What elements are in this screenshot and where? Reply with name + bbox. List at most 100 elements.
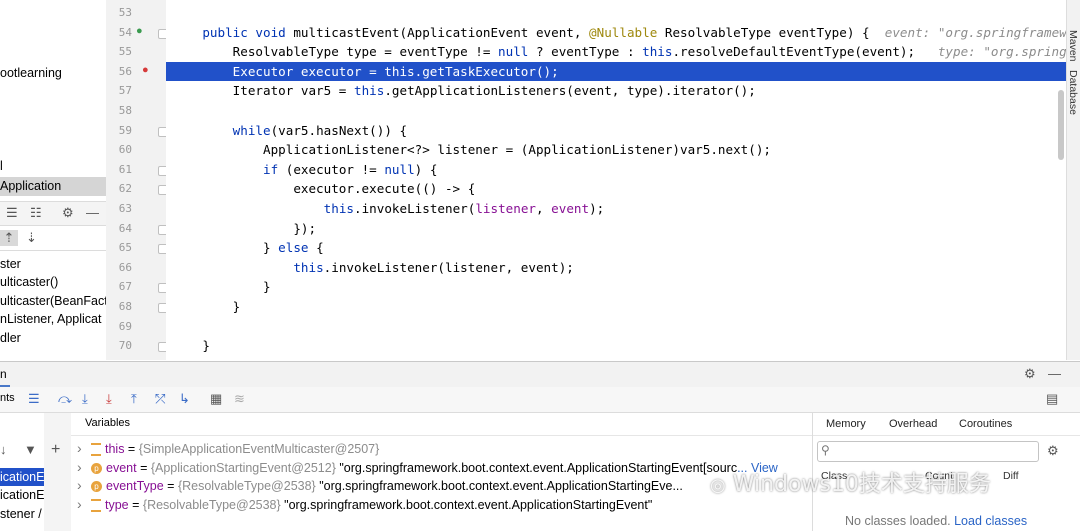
code-line[interactable]: ApplicationListener<?> listener = (Appli… — [166, 140, 1066, 160]
sort-up-icon[interactable]: ⇡ — [0, 230, 18, 246]
field-icon — [91, 499, 101, 512]
sort-toolbar: ⇡ ⇣ — [0, 227, 106, 251]
sort-down-icon[interactable]: ⇣ — [26, 230, 37, 246]
class-search-input[interactable]: ⚲ — [817, 441, 1039, 462]
project-tree-item-selected[interactable]: Application — [0, 177, 106, 196]
project-tree-item[interactable]: ootlearning — [0, 66, 62, 80]
variable-row[interactable]: › p eventType = {ResolvableType@2538} "org… — [77, 476, 683, 494]
var-type: {ApplicationStartingEvent@2512} — [150, 460, 336, 475]
code-line-current[interactable]: Executor executor = this.getTaskExecutor… — [166, 61, 1066, 82]
add-watch-icon[interactable]: + — [51, 442, 60, 458]
gear-icon[interactable]: ⚙ — [1024, 366, 1036, 382]
code-editor[interactable]: public void multicastEvent(ApplicationEv… — [166, 0, 1066, 360]
code-line[interactable]: while(var5.hasNext()) { — [166, 121, 1066, 141]
gear-icon[interactable]: ⚙ — [62, 205, 74, 221]
no-classes-text: No classes loaded. — [845, 514, 951, 528]
tab-coroutines[interactable]: Coroutines — [959, 413, 1012, 435]
line-number: 69 — [118, 319, 132, 333]
expand-chevron-icon[interactable]: › — [77, 458, 91, 476]
variable-row[interactable]: › p event = {ApplicationStartingEvent@2512… — [77, 458, 778, 476]
var-value: "org.springframework.boot.context.event.… — [335, 460, 738, 475]
parameter-icon: p — [91, 462, 102, 474]
code-line[interactable]: if (executor != null) { — [166, 160, 1066, 180]
code-token: ) { — [414, 161, 438, 177]
editor-gutter[interactable]: 53 54 55 56 57 58 59 60 61 62 63 64 65 66 67 68 69 70 ● ● — [106, 0, 168, 360]
evaluate-icon[interactable]: ▦ — [210, 391, 222, 407]
code-line[interactable]: this.invokeListener(listener, event); — [166, 258, 1066, 278]
code-token: this — [323, 201, 354, 216]
expand-chevron-icon[interactable]: › — [77, 439, 91, 457]
code-line[interactable]: executor.execute(() -> { — [166, 179, 1066, 199]
menu-icon[interactable]: ☰ — [28, 391, 40, 407]
variable-row[interactable]: › type = {ResolvableType@2538} "org.sprin… — [77, 495, 652, 513]
frame-item[interactable]: nListener, Applicat — [0, 312, 101, 326]
code-line[interactable]: this.invokeListener(listener, event); — [166, 199, 1066, 219]
code-line[interactable]: } — [166, 336, 1066, 356]
trace-icon[interactable]: ≋ — [234, 391, 245, 407]
column-diff[interactable]: Diff — [1003, 470, 1019, 482]
tab-memory[interactable]: Memory — [826, 413, 866, 435]
code-token: event — [551, 201, 590, 216]
layout-icon[interactable]: ▤ — [1046, 391, 1058, 407]
maven-tab[interactable]: Maven — [1067, 30, 1079, 62]
code-line[interactable]: ResolvableType type = eventType != null … — [166, 42, 1066, 62]
load-classes-link[interactable]: Load classes — [954, 514, 1027, 528]
code-line[interactable] — [166, 317, 1066, 337]
code-line[interactable] — [166, 101, 1066, 121]
frame-item[interactable]: ster — [0, 257, 21, 271]
step-over-icon[interactable]: ⤼ — [58, 391, 72, 407]
code-line[interactable]: } — [166, 277, 1066, 297]
frame-item[interactable]: icationEve — [0, 486, 44, 504]
line-number: 68 — [118, 300, 132, 313]
breakpoint-icon[interactable]: ● — [142, 64, 149, 76]
expand-chevron-icon[interactable]: › — [77, 495, 91, 513]
collapse-all-icon[interactable]: ☷ — [30, 205, 42, 221]
minimize-icon[interactable]: — — [86, 205, 99, 221]
code-token: } — [172, 279, 271, 295]
code-token: if — [263, 161, 279, 177]
frame-item[interactable]: ulticaster(BeanFactor — [0, 294, 106, 308]
code-line[interactable]: } — [166, 297, 1066, 317]
step-out-icon[interactable]: ⤒ — [131, 391, 137, 407]
force-step-into-icon[interactable]: ⤓ — [106, 391, 112, 407]
frame-item[interactable]: ulticaster() — [0, 275, 58, 289]
editor-scrollbar[interactable] — [1058, 90, 1064, 160]
frame-item[interactable]: stener / — [0, 505, 42, 523]
code-token: null — [498, 44, 529, 60]
line-number: 57 — [118, 84, 132, 98]
expand-chevron-icon[interactable]: › — [77, 476, 91, 494]
code-line[interactable]: } else { — [166, 238, 1066, 258]
code-token: ApplicationListener<?> listener = (Appli… — [172, 142, 771, 158]
drop-frame-icon[interactable]: ⤱ — [155, 391, 165, 407]
step-into-icon[interactable]: ⤓ — [82, 391, 88, 407]
debug-tab-label[interactable]: n — [0, 367, 7, 381]
var-value: "org.springframework.boot.context.event.… — [280, 497, 653, 512]
field-icon — [91, 443, 101, 457]
code-line[interactable]: }); — [166, 219, 1066, 239]
database-tab[interactable]: Database — [1067, 70, 1079, 115]
run-to-cursor-icon[interactable]: ↳ — [179, 391, 190, 407]
tab-overhead[interactable]: Overhead — [889, 413, 937, 435]
project-tree-item[interactable]: l — [0, 159, 3, 173]
code-token: ); — [589, 201, 605, 216]
override-method-icon[interactable]: ● — [136, 25, 143, 37]
code-token: listener — [475, 201, 536, 216]
frame-item-selected[interactable]: icationEve — [0, 468, 44, 486]
arrow-down-icon[interactable]: ↓ — [0, 442, 7, 458]
code-line[interactable] — [166, 3, 1066, 23]
code-token: executor.execute(() -> { — [172, 181, 476, 197]
code-line[interactable]: public void multicastEvent(ApplicationEv… — [166, 23, 1066, 43]
line-number: 63 — [118, 202, 132, 215]
filter-icon[interactable]: ▼ — [24, 442, 37, 458]
expand-all-icon[interactable]: ☰ — [6, 205, 18, 221]
gear-icon[interactable]: ⚙ — [1047, 443, 1059, 459]
var-name: type — [105, 497, 129, 512]
code-token: type: "org.springfra — [937, 44, 1066, 60]
minimize-icon[interactable]: — — [1048, 366, 1061, 382]
frame-item[interactable]: dler — [0, 331, 21, 345]
code-token: ? eventType : — [528, 44, 643, 60]
variable-row[interactable]: › this = {SimpleApplicationEventMulticast… — [77, 439, 379, 457]
code-line[interactable]: Iterator var5 = this.getApplicationListe… — [166, 81, 1066, 101]
